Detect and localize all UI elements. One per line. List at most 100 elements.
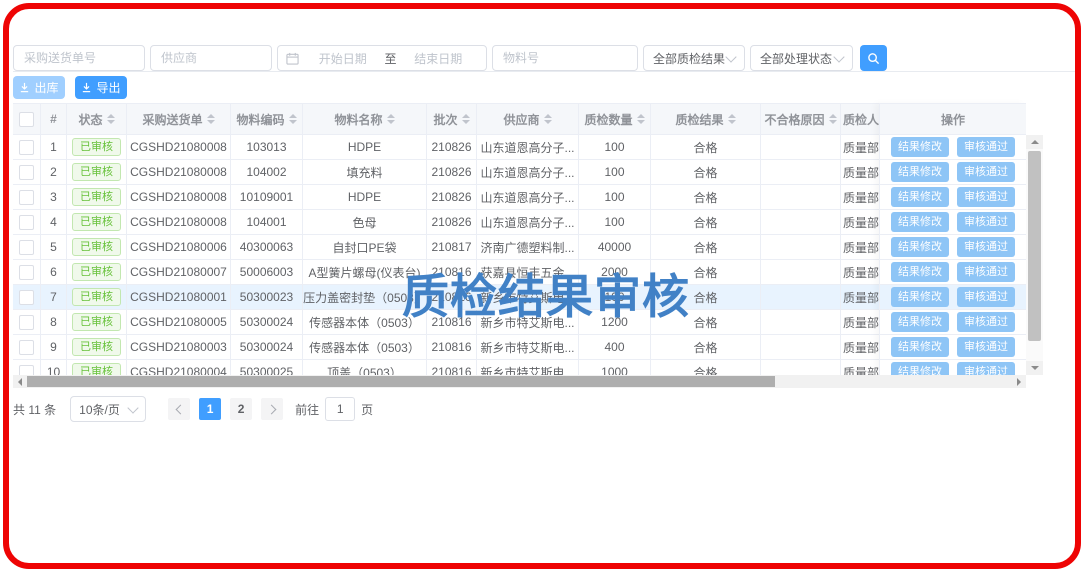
approve-review-button[interactable]: 审核通过 xyxy=(957,237,1015,257)
inspection-result-select[interactable]: 全部质检结果 xyxy=(643,45,745,71)
vertical-scrollbar-thumb[interactable] xyxy=(1028,151,1041,341)
sort-carets-icon[interactable] xyxy=(728,114,736,124)
cell-qty: 40000 xyxy=(579,235,651,259)
export-button[interactable]: 导出 xyxy=(75,76,127,99)
page-button-2[interactable]: 2 xyxy=(230,398,252,420)
date-range-picker[interactable]: 开始日期 至 结束日期 xyxy=(277,45,487,71)
modify-result-button[interactable]: 结果修改 xyxy=(891,262,949,282)
horizontal-scrollbar[interactable] xyxy=(13,375,1026,388)
column-header-order[interactable]: 采购送货单 xyxy=(127,104,231,134)
row-checkbox[interactable] xyxy=(19,265,34,280)
scroll-up-icon[interactable] xyxy=(1026,135,1043,149)
download-icon xyxy=(81,82,92,93)
vertical-scrollbar[interactable] xyxy=(1026,135,1043,375)
cell-qty: 100 xyxy=(579,160,651,184)
status-badge: 已审核 xyxy=(72,138,121,156)
modify-result-button[interactable]: 结果修改 xyxy=(891,312,949,332)
column-header-qty[interactable]: 质检数量 xyxy=(579,104,651,134)
scroll-right-icon[interactable] xyxy=(1012,375,1026,388)
row-checkbox[interactable] xyxy=(19,240,34,255)
approve-review-button[interactable]: 审核通过 xyxy=(957,137,1015,157)
cell-code: 104001 xyxy=(231,210,303,234)
table-header-row: #状态采购送货单物料编码物料名称批次供应商质检数量质检结果不合格原因质检人 xyxy=(13,103,1026,135)
scroll-down-icon[interactable] xyxy=(1026,361,1043,375)
end-date-placeholder[interactable]: 结束日期 xyxy=(399,50,479,67)
column-header-name[interactable]: 物料名称 xyxy=(303,104,427,134)
cell-result: 合格 xyxy=(651,185,761,209)
column-header-batch[interactable]: 批次 xyxy=(427,104,477,134)
cell-checkbox xyxy=(13,260,41,284)
next-page-button[interactable] xyxy=(261,398,283,420)
cell-name: 自封口PE袋 xyxy=(303,235,427,259)
sort-carets-icon[interactable] xyxy=(462,114,470,124)
modify-result-button[interactable]: 结果修改 xyxy=(891,162,949,182)
status-badge: 已审核 xyxy=(72,363,121,375)
row-checkbox[interactable] xyxy=(19,190,34,205)
column-header-status[interactable]: 状态 xyxy=(67,104,127,134)
prev-page-button[interactable] xyxy=(168,398,190,420)
modify-result-button[interactable]: 结果修改 xyxy=(891,212,949,232)
approve-review-button[interactable]: 审核通过 xyxy=(957,262,1015,282)
sort-carets-icon[interactable] xyxy=(829,114,837,124)
cell-name: 色母 xyxy=(303,210,427,234)
material-no-input[interactable] xyxy=(492,45,638,71)
cell-status: 已审核 xyxy=(67,135,127,159)
approve-review-button[interactable]: 审核通过 xyxy=(957,362,1015,375)
column-header-result[interactable]: 质检结果 xyxy=(651,104,761,134)
cell-status: 已审核 xyxy=(67,335,127,359)
sort-carets-icon[interactable] xyxy=(544,114,552,124)
cell-result: 合格 xyxy=(651,335,761,359)
row-checkbox[interactable] xyxy=(19,365,34,376)
cell-status: 已审核 xyxy=(67,310,127,334)
sort-carets-icon[interactable] xyxy=(207,114,215,124)
modify-result-button[interactable]: 结果修改 xyxy=(891,362,949,375)
row-checkbox[interactable] xyxy=(19,340,34,355)
sort-carets-icon[interactable] xyxy=(637,114,645,124)
approve-review-button[interactable]: 审核通过 xyxy=(957,212,1015,232)
sort-carets-icon[interactable] xyxy=(107,114,115,124)
approve-review-button[interactable]: 审核通过 xyxy=(957,312,1015,332)
column-header-reason[interactable]: 不合格原因 xyxy=(761,104,841,134)
column-header-supplier[interactable]: 供应商 xyxy=(477,104,579,134)
chevron-left-icon xyxy=(175,404,185,414)
status-badge: 已审核 xyxy=(72,288,121,306)
horizontal-scrollbar-thumb[interactable] xyxy=(27,376,775,387)
approve-review-button[interactable]: 审核通过 xyxy=(957,337,1015,357)
approve-review-button[interactable]: 审核通过 xyxy=(957,162,1015,182)
modify-result-button[interactable]: 结果修改 xyxy=(891,337,949,357)
sort-carets-icon[interactable] xyxy=(387,114,395,124)
page-button-1[interactable]: 1 xyxy=(199,398,221,420)
row-checkbox[interactable] xyxy=(19,215,34,230)
row-checkbox[interactable] xyxy=(19,290,34,305)
scroll-left-icon[interactable] xyxy=(13,375,27,388)
status-badge: 已审核 xyxy=(72,188,121,206)
search-button[interactable] xyxy=(860,45,887,71)
cell-status: 已审核 xyxy=(67,260,127,284)
column-header-code[interactable]: 物料编码 xyxy=(231,104,303,134)
modify-result-button[interactable]: 结果修改 xyxy=(891,287,949,307)
process-status-select[interactable]: 全部处理状态 xyxy=(750,45,853,71)
order-no-input[interactable] xyxy=(13,45,145,71)
row-checkbox[interactable] xyxy=(19,315,34,330)
cell-checkbox xyxy=(13,335,41,359)
modify-result-button[interactable]: 结果修改 xyxy=(891,237,949,257)
modify-result-button[interactable]: 结果修改 xyxy=(891,187,949,207)
sort-carets-icon[interactable] xyxy=(289,114,297,124)
outbound-button[interactable]: 出库 xyxy=(13,76,65,99)
page-size-select[interactable]: 10条/页 xyxy=(70,396,146,422)
cell-status: 已审核 xyxy=(67,185,127,209)
process-status-select-value: 全部处理状态 xyxy=(760,50,832,67)
select-all-checkbox[interactable] xyxy=(19,112,34,127)
approve-review-button[interactable]: 审核通过 xyxy=(957,187,1015,207)
cell-checkbox xyxy=(13,235,41,259)
row-checkbox[interactable] xyxy=(19,140,34,155)
table-row: 1已审核CGSHD21080008103013HDPE210826山东道恩高分子… xyxy=(13,135,1026,160)
start-date-placeholder[interactable]: 开始日期 xyxy=(303,50,383,67)
goto-page-input[interactable] xyxy=(325,397,355,421)
operation-row: 结果修改审核通过 xyxy=(880,135,1026,160)
cell-n: 4 xyxy=(41,210,67,234)
row-checkbox[interactable] xyxy=(19,165,34,180)
modify-result-button[interactable]: 结果修改 xyxy=(891,137,949,157)
supplier-input[interactable] xyxy=(150,45,272,71)
approve-review-button[interactable]: 审核通过 xyxy=(957,287,1015,307)
